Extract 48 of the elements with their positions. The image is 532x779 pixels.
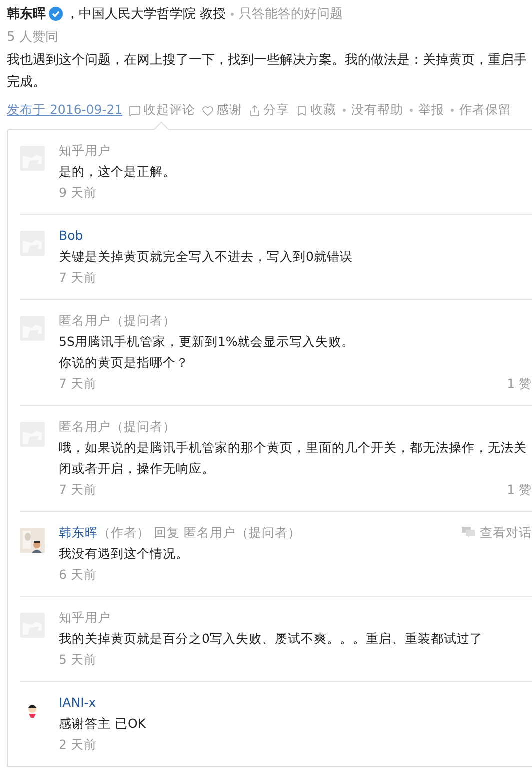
- comment-text: 5S用腾讯手机管家，更新到1%就会显示写入失败。: [59, 333, 356, 351]
- like-count: 1 赞: [507, 481, 532, 499]
- comment-action[interactable]: 收起评论: [128, 102, 196, 119]
- commenter-name[interactable]: 韩东晖: [59, 522, 98, 543]
- comment-time: 2 天前: [59, 736, 97, 754]
- bookmark-icon: [296, 104, 308, 116]
- commenter-name[interactable]: 知乎用户: [59, 607, 111, 628]
- share-icon: [248, 104, 261, 116]
- comment-text: 你说的黄页是指哪个？: [59, 354, 190, 372]
- comment-text: 是的，这个是正解。: [59, 163, 177, 181]
- commenter-name[interactable]: 知乎用户: [59, 140, 111, 161]
- bookmark-action[interactable]: 收藏: [296, 102, 337, 119]
- action-link[interactable]: 举报: [418, 102, 445, 119]
- author-bio: 只答能答的好问题: [239, 6, 344, 23]
- commenter-name[interactable]: IANI-x: [59, 692, 96, 713]
- author-name[interactable]: 韩东晖: [7, 5, 46, 23]
- answer-text: 我也遇到这个问题，在网上搜了一下，找到一些解决方案。我的做法是：关掉黄页，重启手: [7, 52, 528, 70]
- action-link[interactable]: 没有帮助: [352, 102, 404, 119]
- comment-time: 5 天前: [59, 651, 97, 669]
- vote-count: 5 人赞同: [7, 29, 60, 47]
- thanks-action[interactable]: 感谢: [202, 102, 243, 119]
- speech-bubbles-icon: [462, 527, 476, 538]
- comment-text: 哦，如果说的是腾讯手机管家的那个黄页，里面的几个开关，都无法操作，无法关: [59, 439, 528, 457]
- thanks-icon: [202, 104, 214, 116]
- comment-text: 闭或者开启，操作无响应。: [59, 460, 216, 478]
- reply-label: 回复: [154, 524, 180, 542]
- share-action[interactable]: 分享: [248, 102, 290, 119]
- role-label: （作者）: [98, 524, 150, 542]
- comment-time: 9 天前: [59, 184, 97, 202]
- comment-time: 7 天前: [59, 481, 97, 499]
- publish-date-link[interactable]: 发布于 2016-09-21: [7, 102, 123, 119]
- comment-time: 6 天前: [59, 566, 97, 584]
- commenter-name[interactable]: 匿名用户（提问者）: [59, 416, 176, 437]
- comment-time: 7 天前: [59, 375, 97, 393]
- commenter-name[interactable]: Bob: [59, 225, 84, 246]
- author-headline: ，中国人民大学哲学院 教授: [66, 6, 226, 23]
- comment-text: 我没有遇到这个情况。: [59, 545, 190, 563]
- comment-icon: [128, 104, 141, 116]
- reply-target[interactable]: 匿名用户（提问者）: [184, 522, 301, 543]
- comment-time: 7 天前: [59, 269, 97, 287]
- like-count: 1 赞: [507, 375, 532, 393]
- view-conversation-link[interactable]: 查看对话: [462, 522, 532, 543]
- commenter-name[interactable]: 匿名用户（提问者）: [59, 310, 176, 331]
- answer-text: 完成。: [7, 74, 47, 92]
- action-link[interactable]: 作者保留: [460, 102, 512, 119]
- comment-text: 感谢答主 已OK: [59, 715, 148, 733]
- comment-text: 我的关掉黄页就是百分之0写入失败、屡试不爽。。。重启、重装都试过了: [59, 630, 484, 648]
- comment-text: 关键是关掉黄页就完全写入不进去，写入到0就错误: [59, 248, 354, 266]
